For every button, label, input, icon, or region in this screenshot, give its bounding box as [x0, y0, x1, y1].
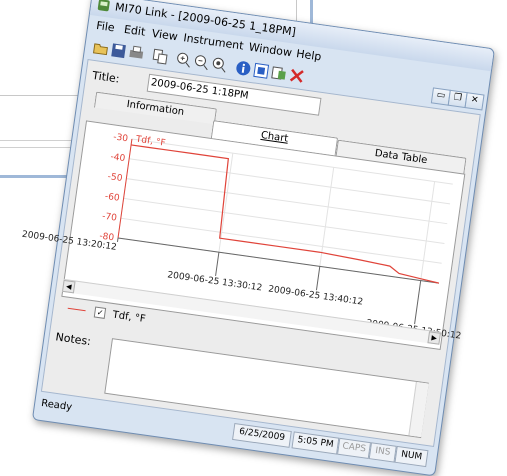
notes-vertical-scrollbar[interactable] — [408, 381, 429, 438]
y-tick-label: -60 — [104, 192, 120, 204]
app-icon — [97, 0, 110, 12]
legend-series-checkbox[interactable]: ✓ — [93, 306, 107, 319]
x-tick-mark — [116, 237, 119, 243]
menu-window[interactable]: Window — [248, 40, 293, 59]
status-ins: INS — [368, 442, 397, 463]
menu-file[interactable]: File — [95, 19, 115, 34]
status-time: 5:05 PM — [291, 431, 340, 455]
grid-line-horizontal — [123, 197, 445, 244]
y-tick-label: -70 — [101, 212, 117, 224]
title-label: Title: — [91, 68, 121, 86]
scroll-right-button[interactable]: ▶ — [427, 331, 441, 345]
scroll-left-button[interactable]: ◀ — [61, 279, 76, 294]
grid-line-horizontal — [126, 178, 448, 225]
notes-label: Notes: — [54, 330, 92, 349]
grid-line-horizontal — [120, 217, 442, 264]
status-ready: Ready — [40, 397, 73, 414]
y-tick-label: -40 — [110, 152, 126, 164]
tab-chart-label: Chart — [260, 129, 289, 145]
grid-line-vertical — [319, 167, 335, 267]
y-tick-label: -50 — [107, 172, 123, 184]
y-tick-label: -30 — [113, 132, 129, 144]
status-num: NUM — [394, 445, 429, 468]
tab-information-label: Information — [125, 98, 185, 118]
grid-line-vertical — [218, 153, 234, 253]
legend-series-label: Tdf, °F — [111, 309, 147, 326]
grid-line-vertical — [420, 181, 436, 281]
delete-icon[interactable] — [286, 65, 307, 86]
print-icon[interactable] — [126, 43, 147, 64]
legend-line-swatch — [67, 307, 86, 312]
status-date: 6/25/2009 — [232, 423, 292, 448]
document-window: Title: 2009-06-25 1:18PM Information Cha… — [21, 59, 481, 448]
x-tick-mark — [315, 266, 321, 291]
menu-view[interactable]: View — [151, 27, 179, 44]
mi70-link-window: MI70 Link - [2009-06-25 1_18PM] File Edi… — [21, 0, 496, 476]
x-tick-mark — [215, 252, 220, 277]
zoom-reset-icon[interactable] — [209, 54, 230, 75]
copy-icon[interactable] — [149, 46, 170, 67]
menu-help[interactable]: Help — [296, 47, 323, 63]
status-caps: CAPS — [337, 437, 372, 460]
mdi-close-button[interactable]: ✕ — [464, 92, 485, 111]
menu-edit[interactable]: Edit — [123, 23, 146, 39]
